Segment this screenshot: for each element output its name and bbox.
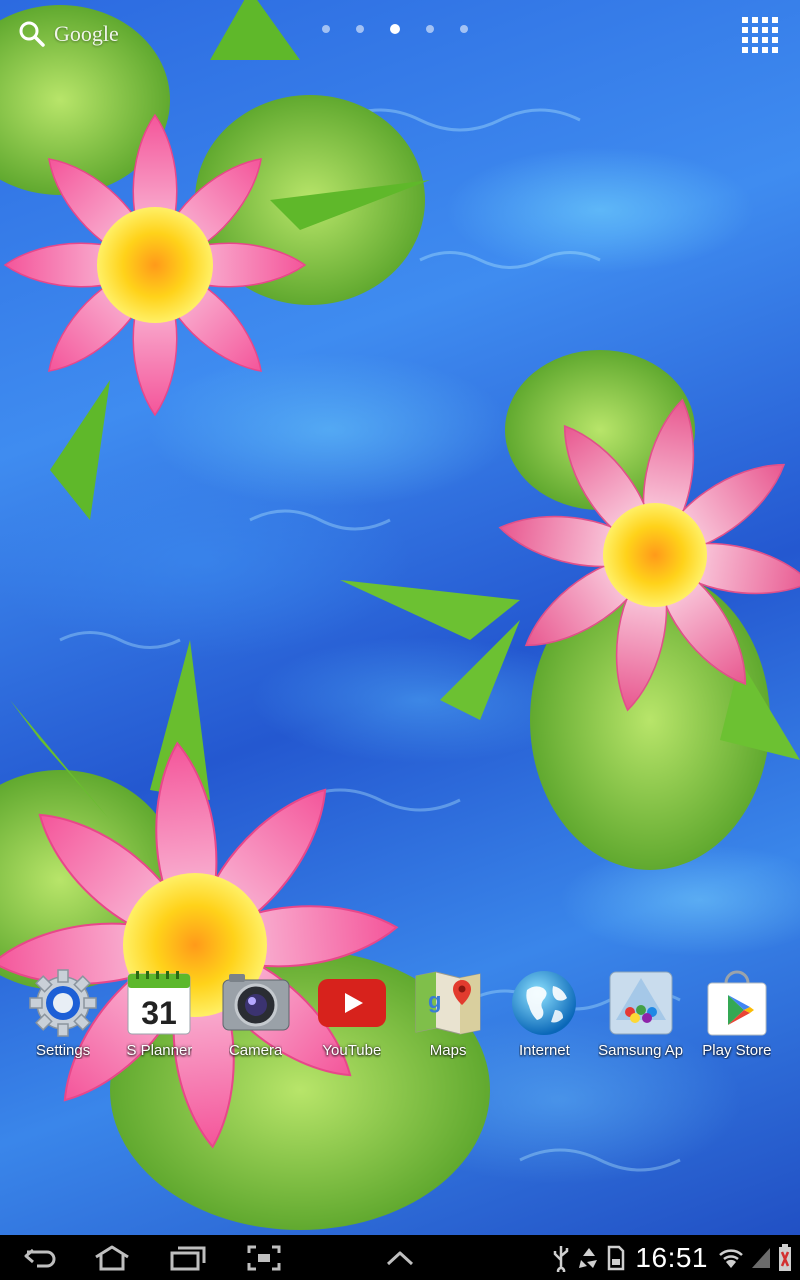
recent-apps-icon: [170, 1246, 206, 1270]
app-label: Camera: [228, 1042, 283, 1059]
samsung-apps-icon: [606, 968, 676, 1038]
globe-icon: [509, 968, 579, 1038]
chevron-up-icon: [386, 1251, 414, 1265]
page-dot: [322, 25, 330, 33]
page-dot-active: [390, 24, 400, 34]
google-search-label: Google: [54, 21, 119, 46]
home-button[interactable]: [90, 1235, 134, 1280]
app-label: Maps: [429, 1042, 467, 1059]
back-icon: [24, 1248, 56, 1267]
google-search-widget[interactable]: Google: [18, 20, 119, 48]
app-label: Samsung Ap: [598, 1042, 684, 1059]
sd-card-icon: [608, 1245, 625, 1270]
app-label: Settings: [36, 1042, 91, 1059]
home-dock: Settings 31 S Planner Camera YouTube g M…: [15, 968, 785, 1059]
status-clock: 16:51: [635, 1241, 708, 1273]
page-dot: [426, 25, 434, 33]
battery-icon: [779, 1243, 791, 1271]
svg-text:g: g: [428, 988, 441, 1013]
usb-icon: [554, 1245, 569, 1272]
calendar-day: 31: [142, 995, 178, 1031]
quick-panel-button[interactable]: [380, 1235, 420, 1280]
camera-icon: [221, 968, 291, 1038]
page-dot: [356, 25, 364, 33]
app-s-planner[interactable]: 31 S Planner: [111, 968, 207, 1059]
all-apps-button[interactable]: [740, 15, 780, 55]
apps-grid-icon: [742, 17, 778, 53]
youtube-icon: [317, 968, 387, 1038]
signal-icon: [752, 1247, 770, 1268]
status-area[interactable]: 16:51: [551, 1235, 792, 1280]
app-internet[interactable]: Internet: [496, 968, 592, 1059]
home-icon: [95, 1245, 129, 1270]
recycle-icon: [579, 1247, 598, 1268]
app-maps[interactable]: g Maps: [400, 968, 496, 1059]
calendar-icon: 31: [124, 968, 194, 1038]
settings-gear-icon: [28, 968, 98, 1038]
app-label: Play Store: [702, 1042, 772, 1059]
system-bar: 16:51: [0, 1235, 800, 1280]
app-play-store[interactable]: Play Store: [689, 968, 785, 1059]
recent-apps-button[interactable]: [168, 1235, 208, 1280]
page-indicator: [322, 24, 468, 34]
app-camera[interactable]: Camera: [208, 968, 304, 1059]
app-settings[interactable]: Settings: [15, 968, 111, 1059]
screenshot-button[interactable]: [244, 1235, 284, 1280]
play-store-icon: [702, 968, 772, 1038]
app-label: S Planner: [126, 1042, 193, 1059]
wifi-icon: [719, 1248, 743, 1268]
app-samsung-apps[interactable]: Samsung Ap: [593, 968, 689, 1059]
page-dot: [460, 25, 468, 33]
back-button[interactable]: [20, 1235, 60, 1280]
maps-icon: g: [413, 968, 483, 1038]
app-label: Internet: [518, 1042, 570, 1059]
screenshot-icon: [247, 1245, 281, 1270]
search-icon: [19, 21, 45, 47]
app-youtube[interactable]: YouTube: [304, 968, 400, 1059]
app-label: YouTube: [322, 1042, 382, 1059]
